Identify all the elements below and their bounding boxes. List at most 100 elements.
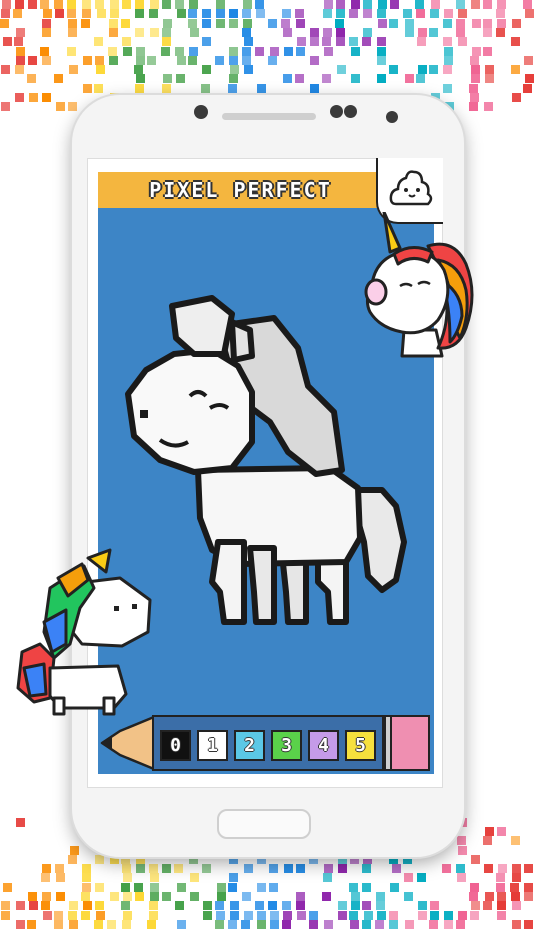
confetti-square bbox=[80, 18, 90, 28]
confetti-square bbox=[471, 65, 480, 75]
confetti-square bbox=[416, 873, 426, 883]
confetti-square bbox=[471, 18, 481, 28]
confetti-square bbox=[26, 74, 36, 84]
confetti-square bbox=[348, 882, 358, 892]
confetti-square bbox=[188, 46, 198, 56]
confetti-square bbox=[509, 882, 519, 892]
confetti-square bbox=[134, 65, 144, 75]
confetti-square bbox=[241, 55, 251, 65]
confetti-square bbox=[228, 83, 238, 93]
confetti-square bbox=[377, 55, 387, 65]
confetti-square bbox=[295, 9, 305, 19]
confetti-square bbox=[469, 892, 479, 901]
eraser-icon[interactable] bbox=[390, 715, 430, 771]
confetti-square bbox=[217, 882, 227, 892]
confetti-square bbox=[67, 46, 77, 56]
confetti-square bbox=[41, 18, 51, 28]
confetti-square bbox=[284, 46, 294, 56]
confetti-square bbox=[95, 0, 105, 9]
confetti-square bbox=[241, 919, 251, 929]
confetti-square bbox=[229, 74, 239, 84]
confetti-square bbox=[42, 864, 52, 874]
rainbow-pixel-unicorn-icon bbox=[16, 548, 152, 716]
confetti-square bbox=[174, 901, 184, 911]
confetti-square bbox=[42, 55, 52, 65]
confetti-square bbox=[376, 892, 386, 901]
confetti-square bbox=[95, 55, 105, 65]
confetti-square bbox=[94, 854, 104, 864]
confetti-square bbox=[443, 55, 453, 65]
confetti-square bbox=[337, 864, 347, 874]
confetti-square bbox=[228, 9, 238, 19]
confetti-square bbox=[495, 27, 505, 37]
confetti-square bbox=[174, 46, 184, 56]
confetti-square bbox=[162, 27, 172, 37]
confetti-square bbox=[215, 9, 225, 19]
confetti-square bbox=[511, 93, 521, 102]
confetti-square bbox=[28, 55, 38, 65]
confetti-square bbox=[471, 46, 481, 56]
confetti-square bbox=[523, 55, 533, 65]
confetti-square bbox=[283, 910, 293, 920]
confetti-square bbox=[42, 910, 52, 920]
confetti-square bbox=[55, 892, 65, 901]
color-swatch-3[interactable]: 3 bbox=[271, 730, 302, 761]
confetti-square bbox=[362, 37, 372, 47]
confetti-square bbox=[188, 18, 198, 28]
confetti-square bbox=[309, 37, 319, 47]
confetti-square bbox=[482, 901, 492, 911]
confetti-square bbox=[229, 901, 239, 911]
confetti-square bbox=[269, 910, 279, 920]
confetti-square bbox=[269, 46, 279, 56]
confetti-square bbox=[429, 65, 439, 75]
confetti-square bbox=[523, 0, 533, 9]
confetti-square bbox=[322, 74, 332, 84]
confetti-square bbox=[149, 27, 159, 37]
confetti-square bbox=[444, 9, 454, 19]
color-swatch-1[interactable]: 1 bbox=[197, 730, 228, 761]
color-swatch-5[interactable]: 5 bbox=[345, 730, 376, 761]
confetti-square bbox=[309, 55, 319, 65]
confetti-square bbox=[16, 46, 26, 56]
confetti-square bbox=[41, 892, 51, 901]
confetti-square bbox=[68, 910, 78, 920]
confetti-square bbox=[1, 0, 11, 9]
confetti-square bbox=[148, 864, 158, 874]
confetti-square bbox=[150, 0, 160, 9]
phone-speaker bbox=[222, 113, 316, 120]
home-button[interactable] bbox=[217, 809, 311, 839]
confetti-square bbox=[443, 65, 453, 75]
confetti-square bbox=[67, 0, 77, 9]
confetti-square bbox=[174, 0, 184, 9]
confetti-square bbox=[1, 9, 11, 19]
confetti-square bbox=[55, 873, 65, 883]
confetti-square bbox=[511, 18, 521, 28]
confetti-square bbox=[14, 0, 24, 9]
confetti-square bbox=[175, 74, 185, 84]
confetti-square bbox=[135, 46, 145, 56]
confetti-square bbox=[161, 46, 171, 56]
confetti-square bbox=[430, 0, 440, 9]
color-swatch-4[interactable]: 4 bbox=[308, 730, 339, 761]
confetti-square bbox=[122, 910, 132, 920]
color-swatch-2[interactable]: 2 bbox=[234, 730, 265, 761]
confetti-square bbox=[458, 9, 468, 19]
confetti-square bbox=[163, 74, 173, 84]
confetti-square bbox=[122, 873, 132, 883]
confetti-square bbox=[201, 864, 211, 874]
confetti-square bbox=[162, 864, 172, 874]
confetti-square bbox=[362, 0, 372, 9]
confetti-square bbox=[456, 836, 466, 846]
confetti-square bbox=[296, 46, 306, 56]
confetti-square bbox=[202, 9, 212, 19]
color-swatch-0[interactable]: 0 bbox=[160, 730, 191, 761]
confetti-square bbox=[415, 0, 425, 9]
confetti-square bbox=[242, 18, 252, 28]
confetti-square bbox=[68, 901, 78, 911]
confetti-square bbox=[56, 102, 66, 112]
confetti-square bbox=[107, 46, 117, 56]
confetti-square bbox=[511, 919, 521, 929]
confetti-square bbox=[40, 901, 50, 911]
confetti-square bbox=[0, 18, 10, 28]
confetti-square bbox=[161, 37, 171, 47]
